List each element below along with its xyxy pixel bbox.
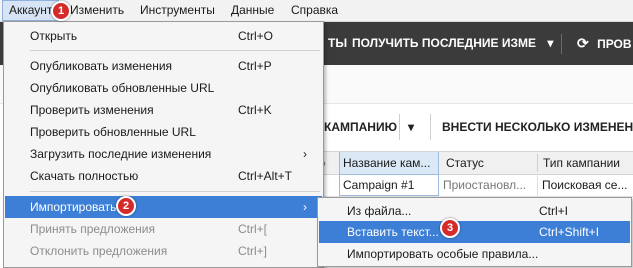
- menu-bar: Аккаунт Изменить Инструменты Данные Спра…: [0, 0, 633, 22]
- action-divider: [430, 114, 431, 140]
- menu-edit[interactable]: Изменить: [64, 0, 130, 21]
- bulk-changes-button[interactable]: ВНЕСТИ НЕСКОЛЬКО ИЗМЕНЕНИ: [442, 109, 633, 145]
- menu-item-label: Из файла...: [347, 204, 412, 218]
- menu-item-label: Импортировать: [30, 200, 117, 214]
- menu-item-check-urls[interactable]: Проверить обновленные URL: [5, 121, 322, 143]
- menu-item-label: Опубликовать изменения: [30, 59, 173, 73]
- menu-item-check-changes[interactable]: Проверить изменения Ctrl+K: [5, 99, 322, 121]
- add-campaign-dropdown-icon[interactable]: ▾: [408, 109, 414, 145]
- submenu-item-paste-text[interactable]: Вставить текст... Ctrl+Shift+I: [319, 221, 630, 243]
- menu-help[interactable]: Справка: [285, 0, 344, 21]
- menu-item-shortcut: Ctrl+[: [238, 222, 268, 236]
- menu-item-label: Опубликовать обновленные URL: [30, 81, 215, 95]
- menu-item-reject-suggestions: Отклонить предложения Ctrl+]: [5, 240, 322, 262]
- menu-item-label: Открыть: [30, 29, 78, 43]
- menu-item-label: Скачать полностью: [30, 169, 139, 183]
- menu-data[interactable]: Данные: [225, 0, 280, 21]
- chevron-down-icon: ▾: [547, 36, 554, 50]
- action-divider: [399, 114, 400, 140]
- menu-item-shortcut: Ctrl+Shift+I: [539, 225, 600, 239]
- menu-item-get-latest[interactable]: Загрузить последние изменения ›: [5, 143, 322, 165]
- menu-item-publish-urls[interactable]: Опубликовать обновленные URL: [5, 77, 322, 99]
- menu-item-shortcut: Ctrl+]: [238, 244, 268, 258]
- step-badge-2: 2: [116, 196, 136, 216]
- menu-item-publish-changes[interactable]: Опубликовать изменения Ctrl+P: [5, 55, 322, 77]
- column-header-name[interactable]: Название кам...: [339, 152, 439, 174]
- column-divider: [537, 154, 538, 172]
- add-campaign-button[interactable]: КАМПАНИЮ: [324, 109, 397, 145]
- menu-separator: [30, 191, 320, 192]
- menu-item-label: Вставить текст...: [347, 225, 439, 239]
- column-header-campaign-type[interactable]: Тип кампании: [543, 152, 633, 174]
- get-latest-changes-label: ПОЛУЧИТЬ ПОСЛЕДНИЕ ИЗМЕ: [352, 36, 536, 50]
- column-divider: [537, 174, 538, 196]
- cell-status[interactable]: Приостановл...: [443, 174, 535, 196]
- menu-separator: [30, 50, 320, 51]
- get-latest-changes-button[interactable]: ПОЛУЧИТЬ ПОСЛЕДНИЕ ИЗМЕ ▾: [352, 22, 553, 65]
- menu-item-label: Загрузить последние изменения: [30, 147, 212, 161]
- menu-tools[interactable]: Инструменты: [134, 0, 221, 21]
- toolbar-divider: [561, 34, 562, 54]
- menu-item-open[interactable]: Открыть Ctrl+O: [5, 25, 322, 47]
- menu-item-accept-suggestions: Принять предложения Ctrl+[: [5, 218, 322, 240]
- menu-item-download-full[interactable]: Скачать полностью Ctrl+Alt+T: [5, 165, 322, 187]
- table-row[interactable]: Campaign #1 Приостановл... Поисковая се.…: [318, 174, 633, 197]
- menu-item-label: Проверить обновленные URL: [30, 125, 196, 139]
- check-changes-label: ПРОВ: [597, 37, 632, 51]
- cell-campaign-name[interactable]: Campaign #1: [339, 174, 439, 196]
- import-submenu: Из файла... Ctrl+I Вставить текст... Ctr…: [317, 197, 632, 267]
- grid-header: ● Название кам... Статус Тип кампании: [318, 151, 633, 175]
- submenu-arrow-icon: ›: [303, 147, 307, 161]
- menu-item-shortcut: Ctrl+I: [539, 204, 569, 218]
- menu-item-import[interactable]: Импортировать ›: [5, 196, 322, 218]
- check-changes-button[interactable]: ⟳ ПРОВ: [577, 22, 632, 65]
- account-menu: Открыть Ctrl+O Опубликовать изменения Ct…: [3, 21, 324, 268]
- menu-item-label: Принять предложения: [30, 222, 155, 236]
- refresh-icon: ⟳: [577, 35, 589, 51]
- column-header-status[interactable]: Статус: [446, 152, 536, 174]
- menu-item-shortcut: Ctrl+P: [238, 59, 272, 73]
- menu-item-shortcut: Ctrl+K: [238, 103, 272, 117]
- step-badge-1: 1: [51, 1, 71, 21]
- menu-item-label: Проверить изменения: [30, 103, 154, 117]
- menu-item-label: Отклонить предложения: [30, 244, 168, 258]
- submenu-arrow-icon: ›: [303, 200, 307, 214]
- menu-item-shortcut: Ctrl+O: [238, 29, 274, 43]
- submenu-item-import-special-rules[interactable]: Импортировать особые правила...: [319, 243, 630, 265]
- menu-item-label: Импортировать особые правила...: [347, 247, 539, 261]
- toolbar-item-truncated[interactable]: ТЫ: [328, 22, 347, 65]
- menu-item-shortcut: Ctrl+Alt+T: [238, 169, 293, 183]
- cell-campaign-type[interactable]: Поисковая се...: [542, 174, 632, 196]
- step-badge-3: 3: [440, 218, 460, 238]
- submenu-item-from-file[interactable]: Из файла... Ctrl+I: [319, 200, 630, 222]
